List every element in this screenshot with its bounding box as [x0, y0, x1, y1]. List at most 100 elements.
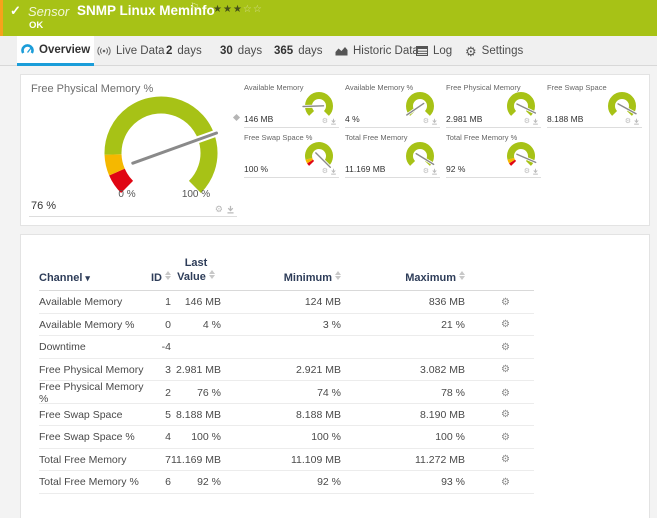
gauge-icon [21, 44, 34, 54]
gear-icon: ⚙ [465, 43, 477, 59]
channel-settings-icon[interactable]: ⚙ [465, 297, 510, 308]
channel-maximum: 8.190 MB [420, 408, 465, 421]
tab-label: Live Data [116, 45, 165, 57]
tile-actions: ⚙ [524, 118, 539, 125]
channel-minimum: 2.921 MB [296, 363, 341, 376]
channel-last-value: 76 % [197, 387, 221, 400]
mini-gauge-tile: Available Memory 146 MB ⚙ [244, 81, 339, 128]
channel-id: 0 [165, 318, 171, 331]
tab-log[interactable]: Log [412, 36, 456, 66]
download-icon[interactable] [532, 118, 539, 125]
channel-id: 2 [165, 387, 171, 400]
gear-icon[interactable]: ⚙ [524, 168, 530, 175]
tab-number: 30 [220, 45, 233, 57]
channel-settings-icon[interactable]: ⚙ [465, 454, 510, 465]
channel-name[interactable]: Free Swap Space % [39, 431, 149, 443]
channel-name[interactable]: Available Memory % [39, 319, 149, 331]
channel-settings-icon[interactable]: ⚙ [465, 364, 510, 375]
col-maximum[interactable]: Maximum [341, 271, 465, 284]
table-row: Total Free Memory % 6 92 % 92 % 93 % ⚙ [39, 471, 534, 494]
table-row: Free Physical Memory % 2 76 % 74 % 78 % … [39, 381, 534, 405]
main-gauge-tile: Free Physical Memory % 0 % 100 % 76 % ⚙ [29, 79, 241, 217]
star-filled-icon[interactable]: ★ [223, 4, 233, 15]
channel-name[interactable]: Available Memory [39, 296, 149, 308]
tile-actions: ⚙ [524, 168, 539, 175]
table-row: Free Swap Space 5 8.188 MB 8.188 MB 8.19… [39, 404, 534, 427]
channel-settings-icon[interactable]: ⚙ [465, 432, 510, 443]
channel-maximum: 78 % [441, 387, 465, 400]
channel-minimum: 74 % [317, 387, 341, 400]
sort-desc-icon: ▾ [85, 273, 90, 284]
star-empty-icon[interactable]: ☆ [253, 4, 263, 15]
tab-overview[interactable]: Overview [17, 36, 95, 66]
gear-icon[interactable]: ⚙ [322, 168, 328, 175]
channel-settings-icon[interactable]: ⚙ [465, 319, 510, 330]
col-last-value[interactable]: Last Value [171, 257, 221, 284]
tab-label: Log [433, 45, 453, 57]
main-gauge [104, 96, 219, 193]
channel-id: 3 [165, 363, 171, 376]
download-icon[interactable] [226, 205, 235, 214]
channel-settings-icon[interactable]: ⚙ [465, 342, 510, 353]
gauge-value: 4 % [345, 114, 360, 124]
tab-settings[interactable]: ⚙ Settings [461, 36, 527, 66]
channel-settings-icon[interactable]: ⚙ [465, 388, 510, 399]
priority-stars[interactable]: ★★★☆☆ [213, 4, 263, 15]
object-kind-label: Sensor [28, 4, 70, 19]
tab-365-days[interactable]: 365 days [270, 36, 326, 66]
channel-name[interactable]: Free Physical Memory % [39, 381, 149, 405]
tile-actions: ⚙ [322, 168, 337, 175]
star-empty-icon[interactable]: ☆ [243, 4, 253, 15]
tab-2-days[interactable]: 2 days [162, 36, 206, 66]
mini-gauge-tile: Total Free Memory 11.169 MB ⚙ [345, 131, 440, 178]
col-id[interactable]: ID [149, 271, 171, 284]
gauge-value: 76 % [31, 200, 57, 212]
tab-number: 2 [166, 45, 173, 57]
download-icon[interactable] [532, 168, 539, 175]
gear-icon[interactable]: ⚙ [423, 118, 429, 125]
tab-historic-data[interactable]: Historic Data [331, 36, 423, 66]
channel-minimum: 92 % [317, 476, 341, 489]
channel-settings-icon[interactable]: ⚙ [465, 477, 510, 488]
download-icon[interactable] [330, 118, 337, 125]
channel-name[interactable]: Free Physical Memory [39, 364, 149, 376]
channel-name[interactable]: Downtime [39, 341, 149, 353]
channel-id: 6 [165, 476, 171, 489]
col-channel[interactable]: Channel ▾ [39, 272, 149, 284]
gear-icon[interactable]: ⚙ [215, 205, 223, 214]
gear-icon[interactable]: ⚙ [625, 118, 631, 125]
mini-gauge-tile: Available Memory % 4 % ⚙ [345, 81, 440, 128]
tab-30-days[interactable]: 30 days [216, 36, 266, 66]
channel-name[interactable]: Free Swap Space [39, 409, 149, 421]
download-icon[interactable] [330, 168, 337, 175]
download-icon[interactable] [431, 118, 438, 125]
download-icon[interactable] [633, 118, 640, 125]
channel-minimum: 11.109 MB [290, 453, 341, 466]
channel-name[interactable]: Total Free Memory % [39, 476, 149, 488]
table-header: Channel ▾ ID Last Value Minimum Maximum [39, 257, 534, 292]
channel-settings-icon[interactable]: ⚙ [465, 409, 510, 420]
tab-label: days [177, 45, 202, 57]
gear-icon[interactable]: ⚙ [322, 118, 328, 125]
col-minimum[interactable]: Minimum [221, 271, 341, 284]
star-filled-icon[interactable]: ★ [233, 4, 243, 15]
channel-maximum: 93 % [441, 476, 465, 489]
mini-gauge-tile: Free Swap Space % 100 % ⚙ [244, 131, 339, 178]
download-icon[interactable] [431, 168, 438, 175]
star-filled-icon[interactable]: ★ [213, 4, 223, 15]
tab-live-data[interactable]: Live Data [93, 36, 169, 66]
sort-icon [208, 270, 215, 280]
sort-icon [459, 271, 465, 281]
sensor-header: ✓ Sensor SNMP Linux Meminfo ⚐ ★★★☆☆ OK [0, 0, 657, 36]
channel-last-value: 92 % [197, 476, 221, 489]
priority-edge-stripe [0, 0, 3, 36]
tile-actions: ⚙ [625, 118, 640, 125]
flag-icon[interactable]: ⚐ [190, 2, 199, 13]
gear-icon[interactable]: ⚙ [524, 118, 530, 125]
channel-minimum: 100 % [311, 431, 341, 444]
channel-id: 1 [165, 296, 171, 309]
channels-table: Channel ▾ ID Last Value Minimum Maximum A… [39, 257, 534, 494]
mini-gauge-grid: Available Memory 146 MB ⚙ Available Memo… [244, 81, 650, 181]
channel-name[interactable]: Total Free Memory [39, 454, 149, 466]
gear-icon[interactable]: ⚙ [423, 168, 429, 175]
